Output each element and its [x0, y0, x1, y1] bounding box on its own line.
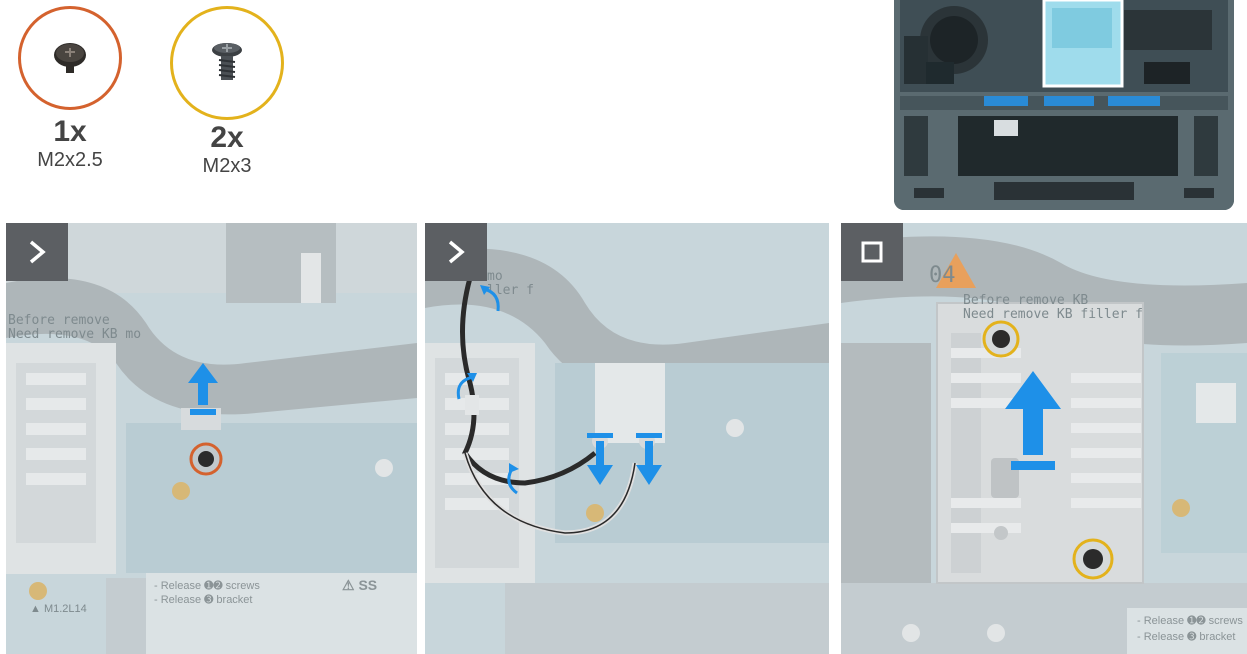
- stop-square-icon: [861, 241, 883, 263]
- final-step-badge[interactable]: [841, 223, 903, 281]
- laptop-board-illustration: [894, 0, 1234, 210]
- next-step-badge[interactable]: [425, 223, 487, 281]
- next-step-badge[interactable]: [6, 223, 68, 281]
- screw-highlight-yellow: [1072, 538, 1114, 580]
- screw-callout-m2x3: 2x M2x3: [170, 6, 284, 178]
- silkscreen-text: Before remove KB: [963, 293, 1089, 308]
- rotate-arrow-icon: [456, 373, 477, 400]
- board-marking: ▲ M1.2L14: [30, 603, 87, 615]
- sticker-line: - Release ➊➋ screws: [1137, 615, 1243, 627]
- silkscreen-text: mo: [487, 269, 503, 284]
- silkscreen-text: Need remove KB mo: [8, 327, 142, 342]
- down-arrow-icon: [636, 433, 662, 485]
- screw-highlight-orange: [189, 442, 223, 476]
- up-arrow-icon: [188, 363, 218, 415]
- down-arrow-icon: [587, 433, 613, 485]
- screw-ring-yellow: [170, 6, 284, 120]
- sticker-warning: ⚠ SS: [342, 577, 378, 593]
- screw-icon: [54, 43, 86, 73]
- sticker-line: - Release ➊➋ screws: [154, 580, 260, 592]
- chevron-right-icon: [448, 240, 465, 264]
- screw-icon: [212, 43, 242, 80]
- laptop-overview-image: [894, 0, 1234, 210]
- silkscreen-text: 04: [929, 263, 956, 288]
- step-panel-2: mo ller f: [425, 223, 829, 654]
- ssd-label-sticker: - Release ➊➋ screws - Release ➌ bracket: [1127, 608, 1247, 654]
- screw-quantity: 1x: [53, 115, 87, 148]
- silkscreen-text: Before remove: [8, 313, 110, 328]
- ssd-label-sticker: - Release ➊➋ screws - Release ➌ bracket …: [146, 573, 417, 654]
- screw-ring-orange: [18, 6, 122, 110]
- screw-size: M2x3: [202, 155, 252, 177]
- rotate-arrow-icon: [480, 285, 500, 312]
- rotate-arrow-icon: [507, 463, 519, 495]
- screw-highlight-yellow: [982, 320, 1020, 358]
- step-panel-3: 04 Before remove KB Need remove KB fille…: [841, 223, 1247, 654]
- up-arrow-icon: [1005, 371, 1061, 470]
- screw-size: M2x2.5: [37, 149, 103, 171]
- sticker-line: - Release ➌ bracket: [154, 594, 253, 606]
- sticker-line: - Release ➌ bracket: [1137, 631, 1236, 643]
- screw-callout-m2x2.5: 1x M2x2.5: [18, 6, 122, 172]
- step-panel-1: Before remove Need remove KB mo ▲ M1.2L1…: [6, 223, 417, 654]
- chevron-right-icon: [29, 240, 46, 264]
- screw-quantity: 2x: [210, 121, 244, 154]
